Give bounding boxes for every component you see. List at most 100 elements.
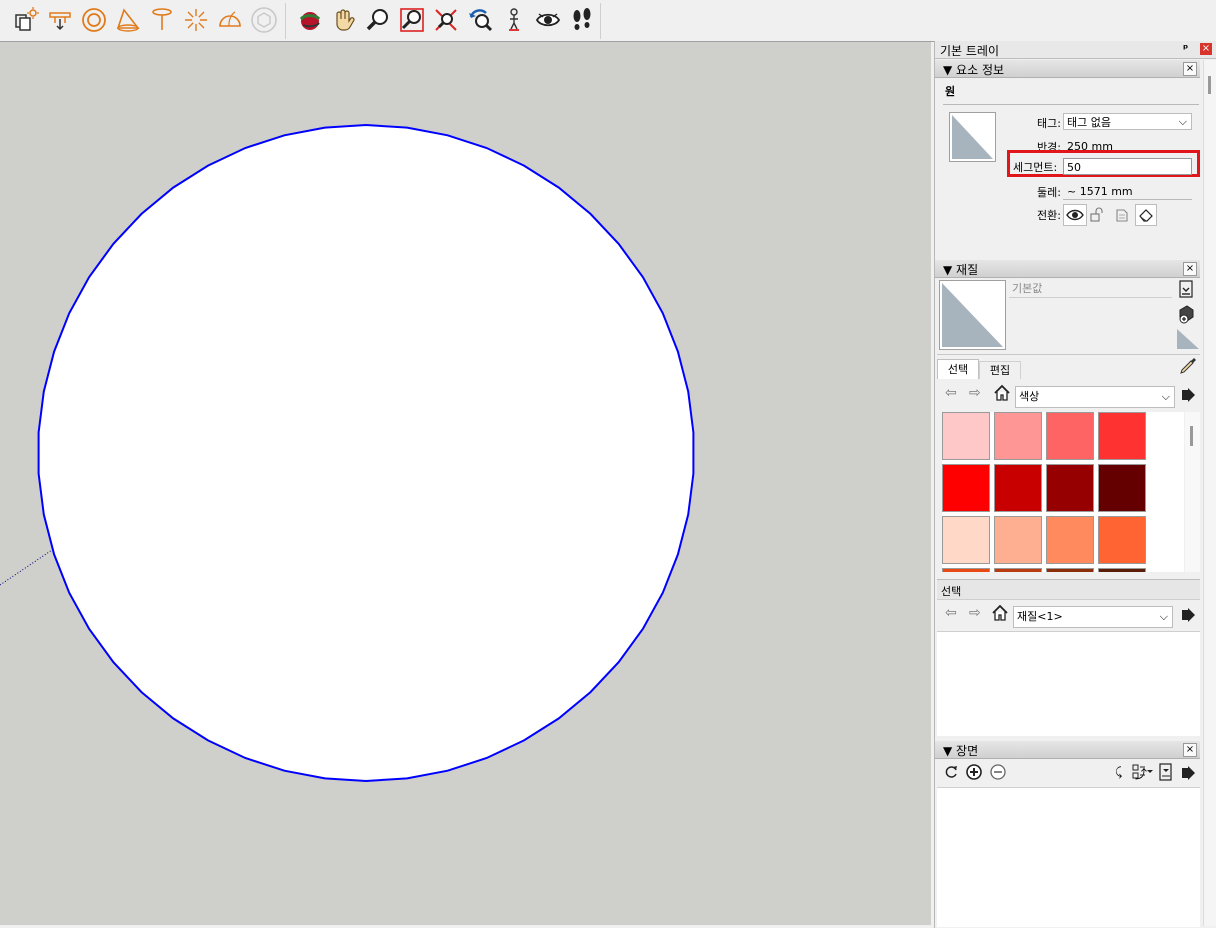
material-swatch[interactable] — [1046, 568, 1094, 572]
zoom-extents-icon[interactable] — [432, 6, 460, 34]
details-arrow-icon[interactable] — [1181, 764, 1197, 782]
eraser-icon — [1139, 209, 1153, 222]
move-scene-down-icon[interactable]: ⤹ — [1115, 765, 1127, 779]
secondary-library-dropdown[interactable]: 재질<1> ⌵ — [1013, 606, 1173, 628]
scene-details-icon[interactable] — [1159, 763, 1173, 781]
entity-info-title: ▼ 요소 정보 — [943, 63, 1005, 77]
look-around-icon[interactable] — [534, 6, 562, 34]
material-swatch[interactable] — [1098, 568, 1146, 572]
modeling-viewport[interactable] — [0, 42, 931, 925]
material-name-field[interactable]: 기본값 — [1009, 280, 1172, 298]
material-swatch[interactable] — [1046, 516, 1094, 564]
material-swatch[interactable] — [994, 568, 1042, 572]
entity-info-close-button[interactable]: × — [1183, 62, 1197, 76]
pin-icon[interactable]: ᵖ — [1183, 42, 1188, 55]
materials-header[interactable]: ▼ 재질 × — [935, 260, 1200, 278]
receive-shadows-toggle[interactable] — [1113, 206, 1131, 224]
divider — [1063, 199, 1192, 200]
scenes-title: ▼ 장면 — [943, 744, 979, 758]
remove-scene-icon[interactable] — [989, 763, 1007, 781]
default-tray: 기본 트레이 ᵖ × ▼ 요소 정보 × 원 태그: 태그 없음 ⌵ 반경: 2… — [934, 41, 1216, 928]
refresh-icon[interactable] — [943, 764, 959, 780]
forward-arrow-icon[interactable]: ⇨ — [969, 605, 985, 621]
scenes-close-button[interactable]: × — [1183, 743, 1197, 757]
chevron-down-icon: ⌵ — [1159, 610, 1168, 623]
material-preview-swatch[interactable] — [949, 112, 996, 162]
material-swatch[interactable] — [994, 516, 1042, 564]
add-scene-icon[interactable] — [965, 763, 983, 781]
toggles-label: 전환: — [1037, 209, 1061, 222]
material-library-dropdown[interactable]: 색상 ⌵ — [1015, 386, 1175, 408]
tray-scrollbar[interactable] — [1203, 60, 1216, 926]
material-swatch[interactable] — [942, 412, 990, 460]
materials-close-button[interactable]: × — [1183, 262, 1197, 276]
secondary-library-value: 재질<1> — [1017, 610, 1063, 623]
material-swatch-grid — [942, 412, 1184, 572]
entity-type-label: 원 — [945, 85, 956, 98]
lock-toggle[interactable] — [1089, 206, 1107, 224]
segments-input[interactable]: 50 — [1063, 158, 1192, 175]
eye-icon — [1066, 209, 1084, 221]
tray-close-button[interactable]: × — [1200, 43, 1212, 55]
material-swatch[interactable] — [1098, 412, 1146, 460]
details-arrow-icon[interactable] — [1181, 386, 1197, 404]
offset-rings-icon[interactable] — [80, 6, 108, 34]
tag-label: 태그: — [1037, 117, 1061, 130]
chevron-down-icon: ⌵ — [1178, 115, 1187, 128]
details-arrow-icon[interactable] — [1181, 606, 1197, 624]
default-material-icon[interactable] — [1177, 329, 1199, 349]
scrollbar-thumb[interactable] — [1208, 76, 1211, 94]
cast-shadows-toggle[interactable] — [1135, 204, 1157, 226]
secondary-material-list[interactable] — [937, 631, 1200, 736]
scenes-list[interactable] — [937, 787, 1200, 927]
zoom-icon[interactable] — [364, 6, 392, 34]
material-swatch[interactable] — [994, 412, 1042, 460]
shadow-icon — [1116, 209, 1128, 222]
back-arrow-icon[interactable]: ⇦ — [945, 605, 961, 621]
section-fill-icon[interactable] — [46, 6, 74, 34]
swatch-scrollbar[interactable] — [1185, 412, 1200, 572]
material-swatch[interactable] — [1098, 516, 1146, 564]
walk-icon[interactable] — [568, 6, 596, 34]
material-swatch[interactable] — [942, 516, 990, 564]
sparkle-icon[interactable] — [182, 6, 210, 34]
orbit-icon[interactable] — [296, 6, 324, 34]
eyedropper-icon[interactable] — [1179, 356, 1197, 376]
tray-title: 기본 트레이 — [940, 44, 1000, 58]
section-plane-icon[interactable] — [12, 6, 40, 34]
secondary-select-label: 선택 — [941, 585, 962, 598]
scenes-header[interactable]: ▼ 장면 × — [935, 741, 1200, 759]
previous-view-icon[interactable] — [466, 6, 494, 34]
cone-icon[interactable] — [114, 6, 142, 34]
tab-select[interactable]: 선택 — [937, 359, 979, 379]
secondary-select-bar: 선택 — [937, 579, 1200, 600]
material-swatch[interactable] — [1098, 464, 1146, 512]
dome-icon[interactable] — [216, 6, 244, 34]
home-icon[interactable] — [993, 384, 1011, 402]
material-display-toggle-icon[interactable] — [1178, 280, 1194, 298]
circle-entity[interactable] — [37, 123, 695, 783]
create-material-icon[interactable] — [1177, 304, 1195, 324]
chevron-down-icon: ⌵ — [1161, 390, 1170, 403]
lamp-icon[interactable] — [148, 6, 176, 34]
position-camera-icon[interactable] — [500, 6, 528, 34]
entity-info-header[interactable]: ▼ 요소 정보 × — [935, 60, 1200, 78]
material-swatch[interactable] — [1046, 464, 1094, 512]
cube-icon[interactable] — [250, 6, 278, 34]
scrollbar-thumb[interactable] — [1190, 426, 1193, 446]
material-swatch[interactable] — [942, 568, 990, 572]
view-options-icon[interactable] — [1131, 763, 1155, 781]
back-arrow-icon[interactable]: ⇦ — [945, 385, 961, 401]
material-swatch[interactable] — [942, 464, 990, 512]
forward-arrow-icon[interactable]: ⇨ — [969, 385, 985, 401]
tab-edit[interactable]: 편집 — [979, 361, 1021, 379]
pan-hand-icon[interactable] — [330, 6, 358, 34]
material-thumbnail — [939, 280, 1006, 350]
zoom-window-icon[interactable] — [398, 6, 426, 34]
home-icon[interactable] — [991, 604, 1009, 622]
visibility-toggle[interactable] — [1063, 204, 1087, 226]
material-swatch[interactable] — [994, 464, 1042, 512]
tag-dropdown[interactable]: 태그 없음 ⌵ — [1063, 113, 1192, 130]
divider — [937, 354, 1200, 355]
material-swatch[interactable] — [1046, 412, 1094, 460]
